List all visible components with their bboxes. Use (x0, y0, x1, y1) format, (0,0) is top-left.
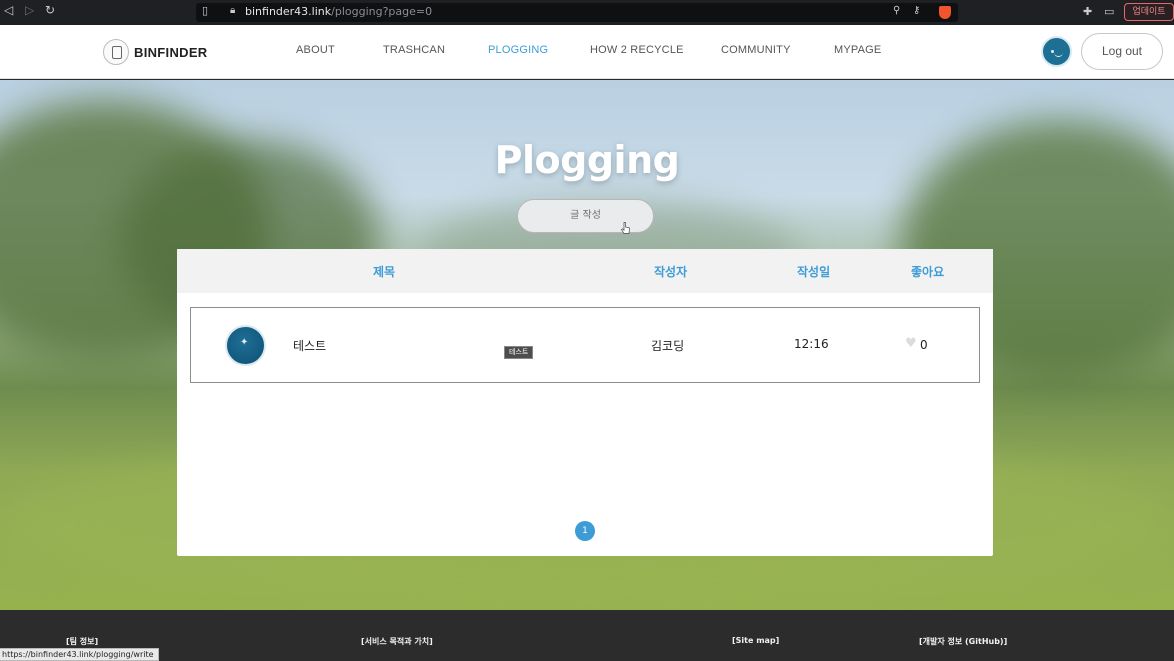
bin-logo-icon (103, 39, 129, 65)
address-bar[interactable]: ▯ 🔒︎ binfinder43.link/plogging?page=0 ⚲ … (196, 3, 958, 22)
brave-shield-icon[interactable] (939, 6, 951, 19)
bookmark-icon[interactable]: ▯ (202, 4, 208, 17)
nav-how-2-recycle[interactable]: HOW 2 RECYCLE (590, 44, 684, 56)
logout-button[interactable]: Log out (1081, 33, 1163, 70)
nav-about[interactable]: ABOUT (296, 44, 335, 56)
reload-icon[interactable]: ↻ (45, 3, 55, 17)
nav-mypage[interactable]: MYPAGE (834, 44, 881, 56)
footer-site-map: [Site map] (732, 636, 780, 645)
footer-service-purpose: [서비스 목적과 가치] (361, 637, 433, 646)
post-author: 김코딩 (651, 339, 685, 353)
extensions-icon[interactable]: ✚ (1083, 5, 1092, 18)
nav-community[interactable]: COMMUNITY (721, 44, 791, 56)
post-title[interactable]: 테스트 (293, 337, 326, 354)
logo-text: BINFINDER (134, 44, 208, 60)
post-board: 제목 작성자 작성일 좋아요 테스트 테스트 김코딩 12:16 ♥ 0 1 (177, 249, 993, 556)
update-button[interactable]: 업데이트 (1124, 3, 1174, 21)
heart-icon[interactable]: ♥ (905, 337, 917, 350)
post-date: 12:16 (794, 337, 829, 351)
hero-section: Plogging 글 작성 제목 작성자 작성일 좋아요 테스트 테스트 김코딩… (0, 80, 1174, 610)
page-title: Plogging (494, 138, 680, 182)
post-author-avatar (225, 325, 266, 366)
lock-icon[interactable]: 🔒︎ (230, 5, 235, 16)
url-text[interactable]: binfinder43.link/plogging?page=0 (245, 5, 432, 18)
column-title: 제목 (373, 265, 396, 279)
post-likes: 0 (920, 338, 928, 352)
key-icon[interactable]: ⚷ (913, 5, 920, 16)
column-author: 작성자 (654, 265, 688, 279)
write-post-button[interactable]: 글 작성 (517, 199, 654, 233)
column-date: 작성일 (797, 265, 831, 279)
logo[interactable]: BINFINDER (103, 39, 207, 65)
pointer-cursor-icon (621, 222, 630, 234)
title-tooltip: 테스트 (504, 346, 534, 359)
site-footer: [팀 정보] [서비스 목적과 가치] [Site map] [개발자 정보 (… (0, 610, 1174, 661)
footer-developer-info: [개발자 정보 (GitHub)] (919, 637, 1008, 646)
board-header: 제목 작성자 작성일 좋아요 (177, 249, 993, 293)
nav-trashcan[interactable]: TRASHCAN (383, 44, 445, 56)
post-row[interactable]: 테스트 테스트 김코딩 12:16 ♥ 0 (190, 307, 980, 383)
nav-plogging[interactable]: PLOGGING (488, 44, 548, 56)
location-icon[interactable]: ⚲ (893, 5, 900, 16)
footer-team-info: [팀 정보] (66, 637, 99, 646)
forward-icon[interactable]: ▷ (25, 3, 34, 17)
site-header: BINFINDER ABOUT TRASHCAN PLOGGING HOW 2 … (0, 25, 1174, 79)
user-avatar[interactable] (1041, 36, 1072, 67)
back-icon[interactable]: ◁ (4, 3, 13, 17)
column-likes: 좋아요 (911, 265, 945, 279)
wallet-icon[interactable]: ▭ (1104, 5, 1114, 18)
page-button-1[interactable]: 1 (575, 521, 595, 541)
link-status-bar: https://binfinder43.link/plogging/write (0, 648, 159, 661)
browser-toolbar: ◁ ▷ ↻ ▯ 🔒︎ binfinder43.link/plogging?pag… (0, 0, 1174, 25)
